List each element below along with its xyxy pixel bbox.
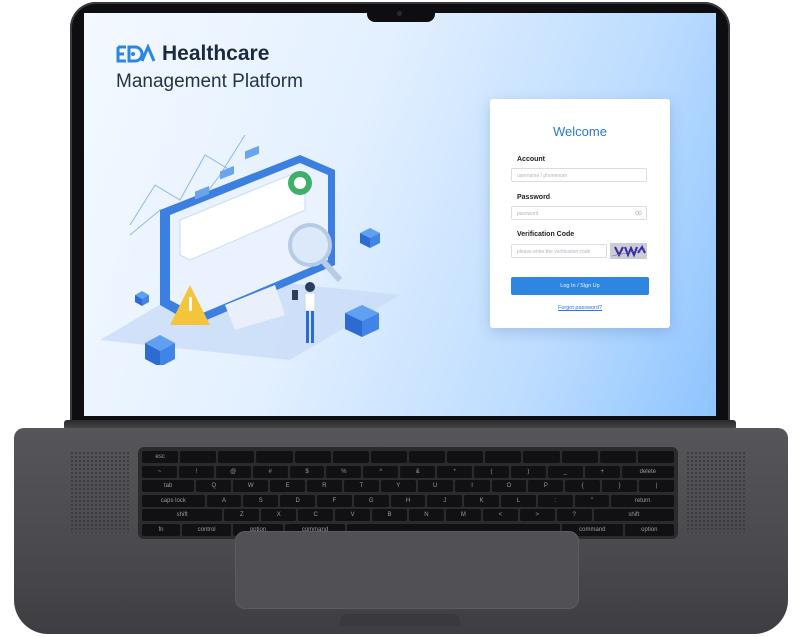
verification-placeholder: please enter the verification code: [517, 249, 591, 255]
dashboard-illustration: [100, 134, 400, 365]
key-c[interactable]: C: [298, 509, 334, 521]
key-w[interactable]: W: [233, 480, 269, 492]
key-y[interactable]: Y: [380, 480, 416, 492]
key-d[interactable]: D: [280, 494, 315, 507]
login-button[interactable]: Log In / Sign Up: [511, 277, 649, 295]
account-input[interactable]: username / phonenum: [511, 168, 647, 182]
key-a[interactable]: A: [206, 494, 242, 507]
brand-subtitle: Management Platform: [116, 71, 303, 92]
captcha-image[interactable]: [610, 243, 647, 259]
key--[interactable]: ~: [142, 465, 177, 478]
key-g[interactable]: G: [353, 494, 389, 507]
eye-icon[interactable]: [635, 210, 642, 216]
key-option[interactable]: option: [624, 523, 674, 536]
key-v[interactable]: V: [335, 509, 371, 521]
key-blank[interactable]: [180, 451, 217, 463]
key--[interactable]: (: [474, 465, 509, 478]
key-shift[interactable]: shift: [593, 509, 674, 521]
forgot-password-link[interactable]: Forgot password?: [490, 305, 670, 311]
front-notch: [340, 614, 460, 626]
key-fn[interactable]: fn: [142, 523, 180, 536]
brand-name: Healthcare: [162, 42, 270, 65]
key-blank[interactable]: [599, 451, 636, 463]
key--[interactable]: *: [437, 465, 473, 478]
key-blank[interactable]: [218, 451, 255, 463]
key--[interactable]: |: [639, 480, 674, 492]
key--[interactable]: ": [574, 494, 610, 507]
key-e[interactable]: E: [270, 480, 306, 492]
key-blank[interactable]: [561, 451, 598, 463]
speaker-grille-left: [70, 451, 130, 533]
key--[interactable]: >: [519, 509, 555, 521]
brand-logo-icon: [116, 44, 156, 63]
key--[interactable]: $: [289, 465, 325, 478]
key-return[interactable]: return: [611, 494, 674, 507]
key-z[interactable]: Z: [224, 509, 260, 521]
keyboard: esc ~! @ # $% ^ & *() _ + delete tab Q W E R T Y U I O P{} | ca…: [138, 447, 678, 539]
key-k[interactable]: K: [464, 494, 499, 507]
key-x[interactable]: X: [261, 509, 297, 521]
key-blank[interactable]: [256, 451, 293, 463]
account-label: Account: [517, 156, 545, 163]
key-f[interactable]: F: [317, 494, 352, 507]
key--[interactable]: ): [510, 465, 546, 478]
key-n[interactable]: N: [409, 509, 444, 521]
key-o[interactable]: O: [491, 480, 527, 492]
key-l[interactable]: L: [500, 494, 536, 507]
key--[interactable]: <: [482, 509, 518, 521]
key-b[interactable]: B: [372, 509, 407, 521]
key-shift[interactable]: shift: [142, 509, 223, 521]
key-s[interactable]: S: [243, 494, 279, 507]
key-blank[interactable]: [485, 451, 522, 463]
key--[interactable]: {: [565, 480, 601, 492]
key--[interactable]: #: [252, 465, 288, 478]
key-control[interactable]: control: [181, 523, 232, 536]
key-j[interactable]: J: [427, 494, 463, 507]
key--[interactable]: !: [178, 465, 214, 478]
camera-icon: [397, 11, 402, 16]
key-blank[interactable]: [370, 451, 407, 463]
verification-input[interactable]: please enter the verification code: [511, 244, 607, 258]
password-placeholder: password: [517, 211, 539, 217]
speaker-grille-right: [686, 451, 746, 533]
key-blank[interactable]: [332, 451, 369, 463]
password-label: Password: [517, 194, 551, 201]
brand-header: Healthcare: [116, 42, 269, 66]
key--[interactable]: &: [400, 465, 436, 478]
key-blank[interactable]: [409, 451, 446, 463]
trackpad[interactable]: [235, 531, 579, 609]
key-q[interactable]: Q: [196, 480, 232, 492]
key-u[interactable]: U: [417, 480, 453, 492]
key--[interactable]: %: [326, 465, 362, 478]
key-caps-lock[interactable]: caps lock: [142, 494, 205, 507]
key-r[interactable]: R: [307, 480, 342, 492]
key--[interactable]: ?: [556, 509, 592, 521]
key-p[interactable]: P: [528, 480, 564, 492]
key--[interactable]: _: [547, 465, 583, 478]
key-blank[interactable]: [294, 451, 331, 463]
key--[interactable]: @: [215, 465, 251, 478]
key-m[interactable]: M: [445, 509, 481, 521]
key--[interactable]: ^: [363, 465, 399, 478]
key-t[interactable]: T: [343, 480, 379, 492]
account-placeholder: username / phonenum: [517, 173, 568, 179]
key-h[interactable]: H: [390, 494, 426, 507]
key-blank[interactable]: [447, 451, 484, 463]
login-card: Welcome Account username / phonenum Pass…: [490, 99, 670, 328]
key-blank[interactable]: [523, 451, 560, 463]
key--[interactable]: +: [584, 465, 620, 478]
key-delete[interactable]: delete: [621, 465, 674, 478]
key-tab[interactable]: tab: [142, 480, 195, 492]
key-blank[interactable]: [637, 451, 674, 463]
key--[interactable]: }: [602, 480, 638, 492]
login-title: Welcome: [553, 124, 607, 139]
key--[interactable]: :: [537, 494, 573, 507]
verification-label: Verification Code: [517, 231, 575, 238]
key-i[interactable]: I: [454, 480, 490, 492]
password-input[interactable]: password: [511, 206, 647, 220]
key-esc[interactable]: esc: [142, 451, 179, 463]
